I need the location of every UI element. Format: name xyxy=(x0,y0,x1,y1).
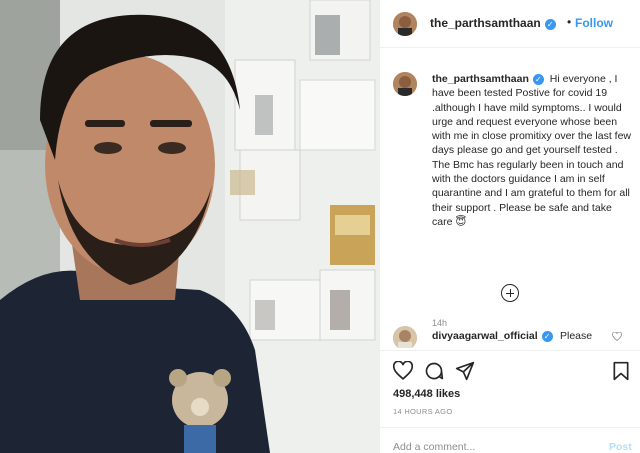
selfie-image xyxy=(0,0,379,453)
post-comment-button[interactable]: Post xyxy=(609,441,632,453)
follow-button[interactable]: Follow xyxy=(575,16,613,30)
verified-badge-icon: ✓ xyxy=(532,74,544,85)
post-panel: the_parthsamthaan ✓ • Follow the_parthsam… xyxy=(379,0,640,453)
caption-emoji: 😇 xyxy=(455,215,467,228)
comment-text: Please xyxy=(560,330,593,342)
caption-body: Hi everyone , I have been tested Postive… xyxy=(432,73,631,228)
likes-count[interactable]: 498,448 likes xyxy=(393,388,460,400)
action-bar xyxy=(380,350,640,390)
header-username[interactable]: the_parthsamthaan xyxy=(430,16,541,30)
verified-badge-icon: ✓ xyxy=(544,19,556,30)
add-comment-input[interactable]: Add a comment... xyxy=(393,441,475,453)
header-separator: • xyxy=(567,15,572,29)
caption-username[interactable]: the_parthsamthaan xyxy=(432,73,529,85)
post-timestamp[interactable]: 14 HOURS AGO xyxy=(393,407,452,416)
heart-icon[interactable] xyxy=(393,361,413,380)
comment-username[interactable]: divyaagarwal_official ✓ xyxy=(432,330,553,342)
avatar[interactable] xyxy=(393,12,417,36)
comment-username-text: divyaagarwal_official xyxy=(432,330,538,342)
caption-text-block: the_parthsamthaan ✓ Hi everyone , I have … xyxy=(432,72,632,229)
plus-circle-icon[interactable] xyxy=(501,284,519,302)
comment-heart-icon[interactable] xyxy=(612,332,622,341)
comment-row: divyaagarwal_official ✓ Please xyxy=(380,322,640,348)
caption-avatar[interactable] xyxy=(393,72,417,96)
paper-plane-icon[interactable] xyxy=(455,361,475,381)
add-comment-bar: Add a comment... Post xyxy=(380,427,640,453)
post-header: the_parthsamthaan ✓ • Follow xyxy=(380,0,640,48)
verified-badge-icon: ✓ xyxy=(541,331,553,342)
comment-icon[interactable] xyxy=(424,361,444,381)
bookmark-icon[interactable] xyxy=(612,361,630,381)
comment-avatar[interactable] xyxy=(393,326,417,348)
post-photo[interactable] xyxy=(0,0,379,453)
